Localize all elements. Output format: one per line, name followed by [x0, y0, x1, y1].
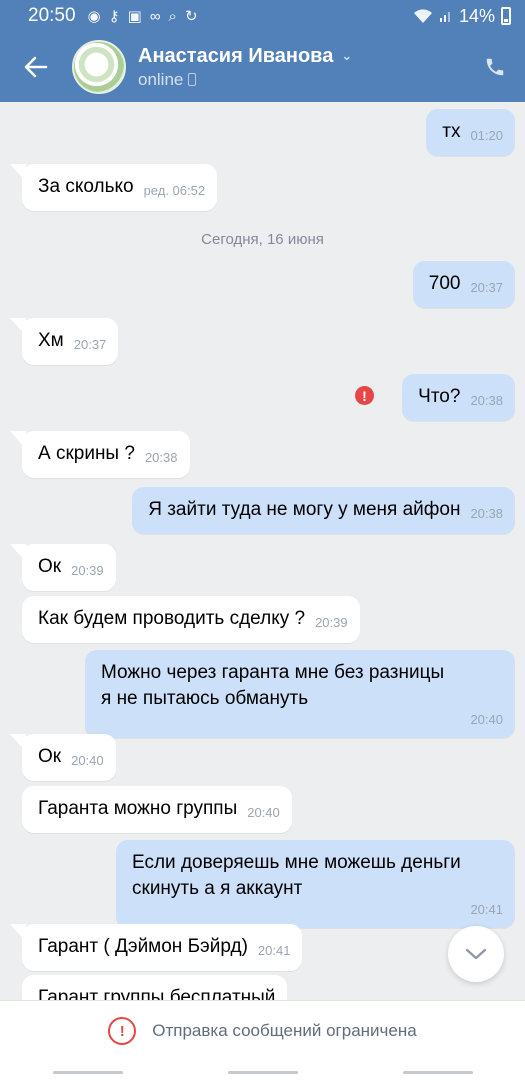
battery-icon	[501, 7, 511, 25]
peer-info[interactable]: Анастасия Иванова ⌄ online	[138, 45, 352, 90]
message-time: 20:37	[73, 337, 107, 353]
chat-header: Анастасия Иванова ⌄ online	[0, 32, 525, 102]
chrome-icon: ◉	[87, 8, 101, 25]
call-button[interactable]	[465, 32, 525, 102]
wifi-icon	[413, 9, 432, 23]
message-text: Гарант ( Дэймон Бэйрд)	[38, 936, 248, 957]
peer-name-row: Анастасия Иванова ⌄	[138, 45, 352, 68]
message-text: А скрины ?	[38, 443, 135, 464]
message-text: Гарант группы бесплатный	[38, 987, 276, 1000]
message-text: Можно через гаранта мне без разницы я не…	[101, 662, 445, 709]
message-bubble[interactable]: Хм 20:37	[22, 318, 119, 365]
search-icon: ⌕	[168, 7, 177, 25]
peer-status-row: online	[138, 70, 352, 90]
message-time: 20:39	[71, 563, 104, 579]
message-time: 20:38	[144, 450, 178, 466]
message-text: тх	[442, 121, 461, 142]
warning-icon: !	[108, 1017, 137, 1045]
message-time: 20:41	[470, 902, 503, 918]
send-error-icon[interactable]: !	[355, 386, 374, 405]
avatar[interactable]	[72, 40, 126, 94]
message-time: 20:40	[470, 712, 503, 728]
peer-status: online	[138, 69, 184, 89]
message-bubble[interactable]: Можно через гаранта мне без разницы я не…	[85, 650, 515, 738]
restriction-text: Отправка сообщений ограничена	[152, 1021, 417, 1040]
arrow-left-icon	[24, 56, 48, 78]
back-button[interactable]	[0, 32, 72, 102]
message-bubble[interactable]: За сколько ред. 06:52	[22, 164, 218, 211]
message-time: ред. 06:52	[143, 183, 206, 199]
sync-icon: ↻	[184, 8, 198, 25]
link-icon: ∞	[149, 7, 161, 25]
message-text: Что?	[418, 386, 461, 407]
message-bubble[interactable]: Ок 20:40	[22, 734, 116, 781]
message-bubble[interactable]: Как будем проводить сделку ? 20:39	[22, 596, 360, 643]
battery-level: 14%	[458, 5, 495, 26]
message-list[interactable]: тх 01:20 За сколько ред. 06:52 Сегодня, …	[0, 102, 525, 1000]
message-bubble[interactable]: тх 01:20	[426, 109, 515, 156]
nav-home-handle[interactable]	[227, 1070, 298, 1074]
message-bubble[interactable]: Гарант группы бесплатный	[22, 975, 288, 1000]
chevron-down-icon: ⌄	[341, 48, 353, 63]
message-bubble[interactable]: 700 20:37	[412, 261, 515, 308]
message-bubble[interactable]: Ок 20:39	[22, 544, 116, 591]
message-text: Ок	[38, 746, 62, 767]
message-bubble[interactable]: Гарант ( Дэймон Бэйрд) 20:41	[22, 924, 303, 971]
status-right: 14%	[413, 6, 511, 27]
status-icons: ◉ ⚷ ▣ ∞ ⌕ ↻	[87, 7, 198, 26]
message-time: 20:39	[315, 615, 348, 631]
nav-recents-handle[interactable]	[402, 1070, 473, 1074]
mobile-icon	[188, 73, 197, 86]
message-bubble[interactable]: Что? 20:38	[402, 374, 515, 421]
message-text: Если доверяешь мне можешь деньги скинуть…	[132, 852, 461, 899]
message-text: Гаранта можно группы	[38, 798, 238, 819]
message-text: Я зайти туда не могу у меня айфон	[148, 499, 461, 520]
message-time: 20:41	[257, 943, 291, 959]
signal-icon	[439, 12, 450, 22]
message-time: 20:38	[470, 393, 503, 409]
message-bubble[interactable]: Я зайти туда не могу у меня айфон 20:38	[132, 487, 515, 534]
message-time: 20:37	[470, 280, 503, 296]
date-separator: Сегодня, 16 июня	[201, 231, 324, 248]
message-bubble[interactable]: А скрины ? 20:38	[22, 431, 190, 478]
message-bubble[interactable]: Если доверяешь мне можешь деньги скинуть…	[116, 840, 515, 928]
message-time: 01:20	[470, 128, 503, 144]
chevron-down-icon	[465, 948, 487, 960]
key-icon: ⚷	[108, 8, 120, 25]
scroll-down-button[interactable]	[448, 926, 504, 982]
status-bar: 20:50 ◉ ⚷ ▣ ∞ ⌕ ↻ 14%	[0, 0, 525, 32]
phone-icon	[486, 58, 504, 76]
message-text: За сколько	[38, 176, 134, 197]
status-time: 20:50	[28, 5, 76, 26]
system-nav-bar	[0, 1064, 525, 1080]
composer-area: ! Отправка сообщений ограничена	[0, 1000, 525, 1080]
message-text: Как будем проводить сделку ?	[38, 608, 306, 629]
image-icon: ▣	[127, 8, 142, 25]
restriction-notice: ! Отправка сообщений ограничена	[0, 1017, 525, 1045]
message-time: 20:40	[71, 753, 104, 769]
message-time: 20:40	[247, 805, 280, 821]
message-time: 20:38	[470, 506, 503, 522]
message-bubble[interactable]: Гаранта можно группы 20:40	[22, 786, 292, 833]
message-text: Хм	[38, 330, 64, 351]
nav-back-handle[interactable]	[52, 1070, 123, 1074]
peer-name: Анастасия Иванова	[138, 44, 334, 67]
message-text: Ок	[38, 556, 62, 577]
message-text: 700	[428, 273, 461, 294]
